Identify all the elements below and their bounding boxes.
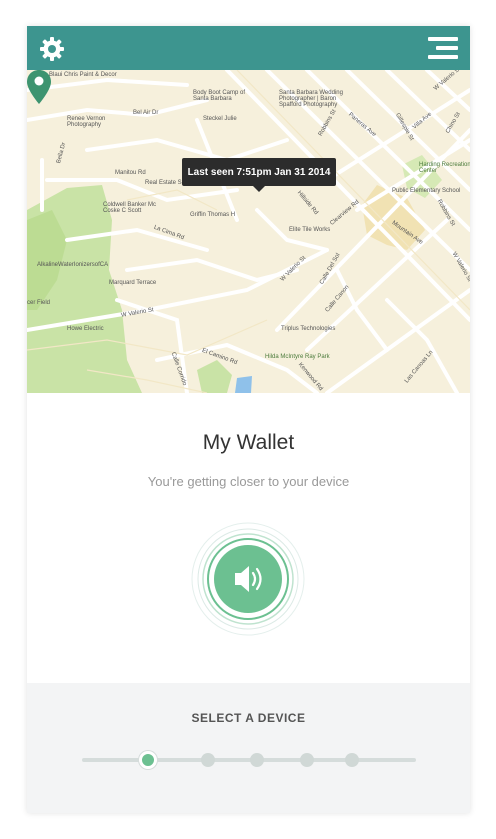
select-device-label: SELECT A DEVICE bbox=[191, 711, 306, 725]
selector-track[interactable] bbox=[82, 758, 416, 762]
device-dot-5[interactable] bbox=[345, 753, 359, 767]
map-label: Elite Tile Works bbox=[289, 227, 331, 233]
map-label: cer Field bbox=[27, 300, 51, 306]
map-label: Manitou Rd bbox=[115, 170, 146, 176]
device-dot-3[interactable] bbox=[250, 753, 264, 767]
map-label: Harding Recreation Center bbox=[419, 162, 470, 174]
map-label: Body Boot Camp of Santa Barbara bbox=[193, 90, 246, 102]
map-label: Howe Electric bbox=[67, 326, 104, 332]
map-label: AlkalineWaterIonizersofCA bbox=[37, 262, 109, 268]
top-bar bbox=[27, 26, 470, 70]
map[interactable]: Blaui Chris Paint & Decor Body Boot Camp… bbox=[27, 70, 470, 393]
device-dot-1[interactable] bbox=[139, 751, 157, 769]
map-label: Renee Vernon Photography bbox=[67, 116, 106, 128]
map-label: Triplus Technologies bbox=[281, 326, 336, 332]
play-sound-button[interactable] bbox=[191, 522, 305, 636]
map-label: Marquard Terrace bbox=[109, 280, 157, 286]
map-label: Steckel Julie bbox=[203, 116, 237, 122]
device-dot-2[interactable] bbox=[201, 753, 215, 767]
gear-icon[interactable] bbox=[39, 36, 65, 62]
map-pin-icon[interactable] bbox=[27, 70, 51, 104]
map-label: Real Estate S bbox=[145, 180, 182, 186]
map-label: Blaui Chris Paint & Decor bbox=[49, 72, 117, 78]
app-card: Blaui Chris Paint & Decor Body Boot Camp… bbox=[27, 26, 470, 813]
device-name: My Wallet bbox=[202, 431, 295, 454]
map-label: Coldwell Banker Mc Coske C Scott bbox=[103, 202, 157, 214]
map-label: Hilda McIntyre Ray Park bbox=[265, 354, 330, 360]
last-seen-tooltip: Last seen 7:51pm Jan 31 2014 bbox=[182, 158, 336, 192]
map-label: Public Elementary School bbox=[392, 188, 461, 194]
device-dot-4[interactable] bbox=[300, 753, 314, 767]
map-label: Santa Barbara Wedding Photographer | Bar… bbox=[279, 90, 343, 108]
map-label: Griffin Thomas H bbox=[190, 212, 236, 218]
proximity-status: You're getting closer to your device bbox=[147, 474, 350, 489]
map-label: Bel Air Dr bbox=[133, 110, 159, 116]
device-selector: SELECT A DEVICE bbox=[27, 683, 470, 813]
hamburger-menu-icon[interactable] bbox=[428, 37, 458, 59]
